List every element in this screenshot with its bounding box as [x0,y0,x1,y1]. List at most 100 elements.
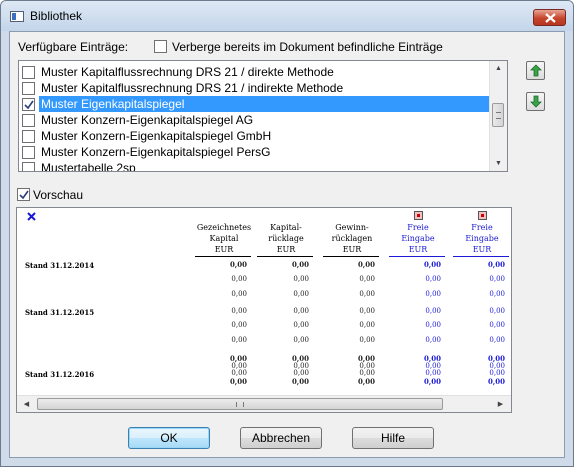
table-cell: 0,00 [231,369,247,377]
free-entry-delete-icon[interactable] [414,211,423,220]
column-header: Freie Eingabe EUR [453,222,511,255]
column-header-text: rücklage [268,234,304,243]
column-underline [323,256,379,257]
column-header-text: Freie [471,223,493,232]
table-cell: 0,00 [425,321,441,329]
column-header-text: Freie [407,223,429,232]
list-item-checkbox[interactable] [22,82,35,95]
table-cell: 0,00 [359,321,375,329]
list-item[interactable]: Muster Konzern-Eigenkapitalspiegel GmbH [21,128,491,144]
table-cell: 0,00 [359,275,375,283]
table-cell: 0,00 [359,307,375,315]
column-header-text: Kapital- [270,223,302,232]
row-label: Stand 31.12.2014 [25,261,95,270]
list-item-checkbox[interactable] [22,146,35,159]
table-cell: 0,00 [293,307,309,315]
list-item[interactable]: Mustertabelle 2sp [21,160,491,172]
help-button[interactable]: Hilfe [352,427,434,449]
table-cell: 0,00 [291,260,309,269]
table-cell: 0,00 [229,260,247,269]
table-cell: 0,00 [489,321,505,329]
table-cell: 0,00 [359,290,375,298]
table-cell: 0,00 [423,260,441,269]
list-item[interactable]: Muster Konzern-Eigenkapitalspiegel AG [21,112,491,128]
table-cell: 0,00 [357,377,375,386]
table-cell: 0,00 [231,275,247,283]
preview-pane: Gezeichnetes Kapital EUR Kapital-rücklage EU… [16,207,512,413]
column-header-text: Gezeichnetes [196,223,252,232]
list-item-label: Mustertabelle 2sp [41,161,136,172]
list-item[interactable]: Muster Kapitalflussrechnung DRS 21 / dir… [21,64,491,80]
column-header-unit: EUR [472,245,492,254]
available-entries-list[interactable]: Muster Kapitalflussrechnung DRS 21 / dir… [18,60,508,172]
column-header: Freie Eingabe EUR [389,222,447,255]
list-item-checkbox[interactable] [22,130,35,143]
list-scrollbar[interactable]: ▲ ▼ [489,61,507,171]
table-cell: 0,00 [293,336,309,344]
table-cell: 0,00 [487,377,505,386]
cancel-button[interactable]: Abbrechen [240,427,322,449]
column-header-text: Eingabe [401,234,435,243]
scroll-down-arrow-icon[interactable]: ▼ [491,156,506,171]
column-underline [389,256,445,257]
table-cell: 0,00 [231,336,247,344]
green-arrow-up-icon [530,64,542,77]
table-cell: 0,00 [291,377,309,386]
table-cell: 0,00 [489,369,505,377]
free-entry-delete-icon[interactable] [478,211,487,220]
column-underline [257,256,313,257]
preview-checkbox[interactable] [17,188,30,201]
hide-existing-checkbox[interactable] [154,40,167,53]
green-arrow-down-icon [530,95,542,108]
table-cell: 0,00 [359,369,375,377]
list-item[interactable]: Muster Kapitalflussrechnung DRS 21 / ind… [21,80,491,96]
scroll-thumb[interactable] [492,103,504,127]
close-button[interactable] [533,9,566,26]
column-header-text: Gewinn- [335,223,369,232]
list-item-checkbox[interactable] [22,98,35,111]
list-item[interactable]: Muster Eigenkapitalspiegel [21,96,493,112]
preview-horizontal-scrollbar[interactable]: ◀ ▶ [17,395,511,412]
column-underline [195,256,251,257]
preview-label: Vorschau [33,188,84,202]
list-item-checkbox[interactable] [22,162,35,171]
list-item[interactable]: Muster Konzern-Eigenkapitalspiegel PersG [21,144,491,160]
column-header-unit: EUR [342,245,362,254]
table-cell: 0,00 [425,336,441,344]
column-header-text: rücklagen [331,234,373,243]
table-cell: 0,00 [231,307,247,315]
column-header: Gezeichnetes Kapital EUR [195,222,253,255]
table-cell: 0,00 [231,321,247,329]
ok-button[interactable]: OK [128,427,210,449]
table-cell: 0,00 [293,321,309,329]
list-item-label: Muster Konzern-Eigenkapitalspiegel GmbH [41,129,272,143]
table-cell: 0,00 [425,307,441,315]
table-cell: 0,00 [489,307,505,315]
column-header-unit: EUR [276,245,296,254]
list-item-label: Muster Konzern-Eigenkapitalspiegel PersG [41,145,271,159]
table-cell: 0,00 [425,369,441,377]
list-item-label: Muster Kapitalflussrechnung DRS 21 / ind… [41,81,344,95]
move-down-button[interactable] [526,92,545,111]
table-cell: 0,00 [423,377,441,386]
row-label: Stand 31.12.2016 [25,370,95,379]
title-bar: Bibliothek [1,1,573,31]
scroll-left-arrow-icon[interactable]: ◀ [19,397,34,412]
column-header: Gewinn-rücklagen EUR [323,222,381,255]
list-item-checkbox[interactable] [22,66,35,79]
horizontal-scroll-thumb[interactable] [37,398,443,410]
window-title: Bibliothek [30,9,83,23]
column-header-text: Kapital [209,234,239,243]
column-header-text: Eingabe [465,234,499,243]
table-cell: 0,00 [489,336,505,344]
list-item-label: Muster Kapitalflussrechnung DRS 21 / dir… [41,65,334,79]
list-item-label: Muster Konzern-Eigenkapitalspiegel AG [41,113,254,127]
scroll-right-arrow-icon[interactable]: ▶ [493,397,508,412]
move-up-button[interactable] [526,61,545,80]
column-header: Kapital-rücklage EUR [257,222,315,255]
table-cell: 0,00 [293,275,309,283]
scroll-up-arrow-icon[interactable]: ▲ [491,61,506,76]
list-item-checkbox[interactable] [22,114,35,127]
table-cell: 0,00 [293,369,309,377]
table-cell: 0,00 [229,377,247,386]
